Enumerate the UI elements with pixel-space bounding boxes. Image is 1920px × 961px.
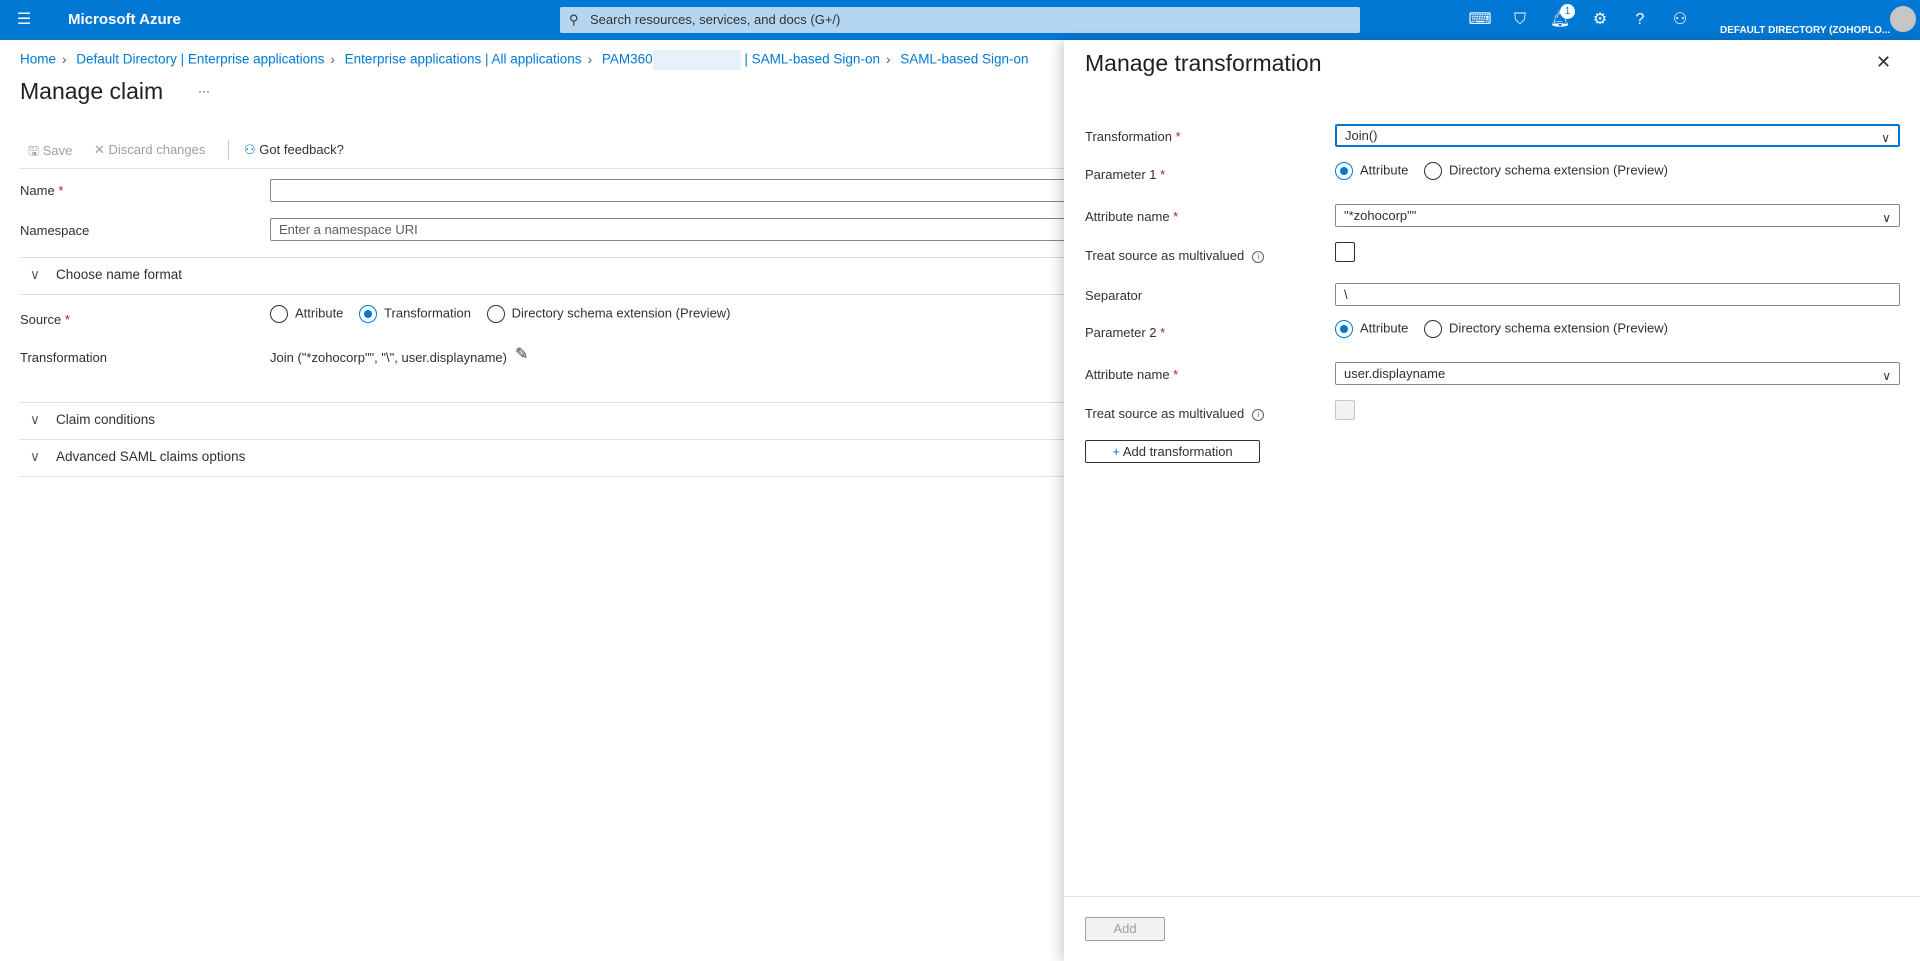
feedback-label: Got feedback? [259, 142, 344, 157]
source-label: Source * [20, 312, 70, 327]
chevron-down-icon: ∨ [1882, 211, 1891, 225]
chevron-down-icon: ∨ [1881, 131, 1890, 145]
menu-icon[interactable]: ☰ [12, 8, 36, 32]
top-bar: ☰ Microsoft Azure ⚲ Search resources, ser… [0, 0, 1920, 40]
feedback-icon[interactable]: ⚇ [1668, 8, 1692, 32]
transformation-label: Transformation * [1085, 129, 1181, 144]
source-radio-transformation[interactable]: Transformation [359, 305, 471, 323]
parameter-2-label: Parameter 2 * [1085, 325, 1166, 340]
feedback-button[interactable]: ⚇ Got feedback? [244, 142, 344, 158]
separator-input[interactable]: \ [1335, 283, 1900, 306]
divider [20, 476, 1064, 477]
source-radio-group: Attribute Transformation Directory schem… [270, 305, 743, 323]
discard-button[interactable]: ✕ Discard changes [94, 142, 205, 158]
help-icon[interactable]: ? [1628, 8, 1652, 32]
attribute-name-2-label: Attribute name * [1085, 367, 1179, 382]
redacted-block [652, 50, 741, 70]
transformation-value: Join ("*zohocorp"", "\", user.displaynam… [270, 350, 507, 365]
feedback-icon: ⚇ [244, 142, 256, 157]
add-button[interactable]: Add [1085, 917, 1165, 941]
transformation-label: Transformation [20, 350, 107, 365]
advanced-options-toggle[interactable]: ∨ Advanced SAML claims options [30, 449, 245, 465]
toolbar-divider [228, 140, 229, 160]
separator-label: Separator [1085, 288, 1143, 303]
chevron-down-icon: ∨ [30, 412, 40, 427]
gear-icon[interactable]: ⚙ [1588, 8, 1612, 32]
chevron-down-icon: ∨ [30, 267, 40, 282]
directory-filter-icon[interactable]: ⛉ [1508, 8, 1532, 32]
cloud-shell-icon[interactable]: ⌨ [1468, 8, 1492, 32]
breadcrumb-saml[interactable]: | SAML-based Sign-on [744, 52, 880, 67]
breadcrumb-all-apps[interactable]: Enterprise applications | All applicatio… [345, 52, 582, 67]
add-transformation-button[interactable]: + Add transformation [1085, 440, 1260, 463]
plus-icon: + [1112, 444, 1120, 459]
more-button[interactable]: ··· [198, 84, 210, 98]
name-input[interactable] [270, 179, 1070, 202]
breadcrumb-enterprise-apps[interactable]: Default Directory | Enterprise applicati… [76, 52, 324, 67]
param1-radio-directory-schema[interactable]: Directory schema extension (Preview) [1424, 162, 1668, 180]
info-icon[interactable]: i [1252, 408, 1265, 421]
multivalued-1-label: Treat source as multivalued i [1085, 248, 1265, 263]
divider [20, 257, 1064, 258]
multivalued-1-checkbox[interactable] [1335, 242, 1355, 262]
avatar[interactable] [1890, 6, 1916, 32]
param2-radio-attribute[interactable]: Attribute [1335, 320, 1408, 338]
multivalued-2-label: Treat source as multivalued i [1085, 406, 1265, 421]
chevron-down-icon: ∨ [30, 449, 40, 464]
bell-icon[interactable]: 🔔︎ 1 [1548, 4, 1575, 32]
source-radio-directory-schema[interactable]: Directory schema extension (Preview) [486, 305, 731, 323]
breadcrumb-saml-2[interactable]: SAML-based Sign-on [900, 52, 1028, 67]
panel-title: Manage transformation [1085, 50, 1322, 76]
chevron-down-icon: ∨ [1882, 369, 1891, 383]
brand[interactable]: Microsoft Azure [68, 11, 181, 28]
namespace-input[interactable]: Enter a namespace URI [270, 218, 1070, 241]
notification-badge: 1 [1560, 4, 1575, 19]
breadcrumb: Home › Default Directory | Enterprise app… [20, 50, 1029, 70]
parameter-1-radio-group: Attribute Directory schema extension (Pr… [1335, 162, 1680, 180]
param2-radio-directory-schema[interactable]: Directory schema extension (Preview) [1424, 320, 1668, 338]
save-icon: 🖫︎ [28, 143, 40, 158]
save-label: Save [42, 143, 73, 158]
breadcrumb-app[interactable]: PAM360 [602, 52, 653, 67]
source-radio-attribute[interactable]: Attribute [270, 305, 343, 323]
directory-name[interactable]: DEFAULT DIRECTORY (ZOHOPLO... [1720, 25, 1890, 36]
discard-label: Discard changes [108, 142, 206, 157]
divider [20, 402, 1064, 403]
info-icon[interactable]: i [1252, 250, 1265, 263]
transformation-select[interactable]: Join() ∨ [1335, 124, 1900, 147]
search-placeholder: Search resources, services, and docs (G+… [590, 12, 841, 27]
edit-pencil-icon[interactable]: ✎ [515, 344, 528, 364]
claim-conditions-toggle[interactable]: ∨ Claim conditions [30, 412, 155, 428]
search-icon: ⚲ [569, 12, 579, 27]
close-icon[interactable]: ✕ [1876, 52, 1891, 73]
footer-divider [1064, 896, 1920, 897]
divider [20, 168, 1064, 169]
attribute-name-2-select[interactable]: user.displayname ∨ [1335, 362, 1900, 385]
search-input[interactable]: ⚲ Search resources, services, and docs (G… [560, 7, 1360, 33]
attribute-name-1-label: Attribute name * [1085, 209, 1179, 224]
divider [20, 439, 1064, 440]
close-icon: ✕ [94, 142, 105, 157]
divider [20, 294, 1064, 295]
namespace-label: Namespace [20, 223, 90, 238]
choose-name-format-toggle[interactable]: ∨ Choose name format [30, 267, 182, 283]
parameter-1-label: Parameter 1 * [1085, 167, 1166, 182]
multivalued-2-checkbox[interactable] [1335, 400, 1355, 420]
param1-radio-attribute[interactable]: Attribute [1335, 162, 1408, 180]
name-label: Name * [20, 183, 64, 198]
parameter-2-radio-group: Attribute Directory schema extension (Pr… [1335, 320, 1680, 338]
attribute-name-1-select[interactable]: "*zohocorp"" ∨ [1335, 204, 1900, 227]
page-title: Manage claim [20, 78, 164, 104]
save-button[interactable]: 🖫︎ Save [28, 142, 72, 164]
breadcrumb-home[interactable]: Home [20, 52, 56, 67]
manage-transformation-panel: Manage transformation ✕ Transformation *… [1064, 40, 1920, 961]
